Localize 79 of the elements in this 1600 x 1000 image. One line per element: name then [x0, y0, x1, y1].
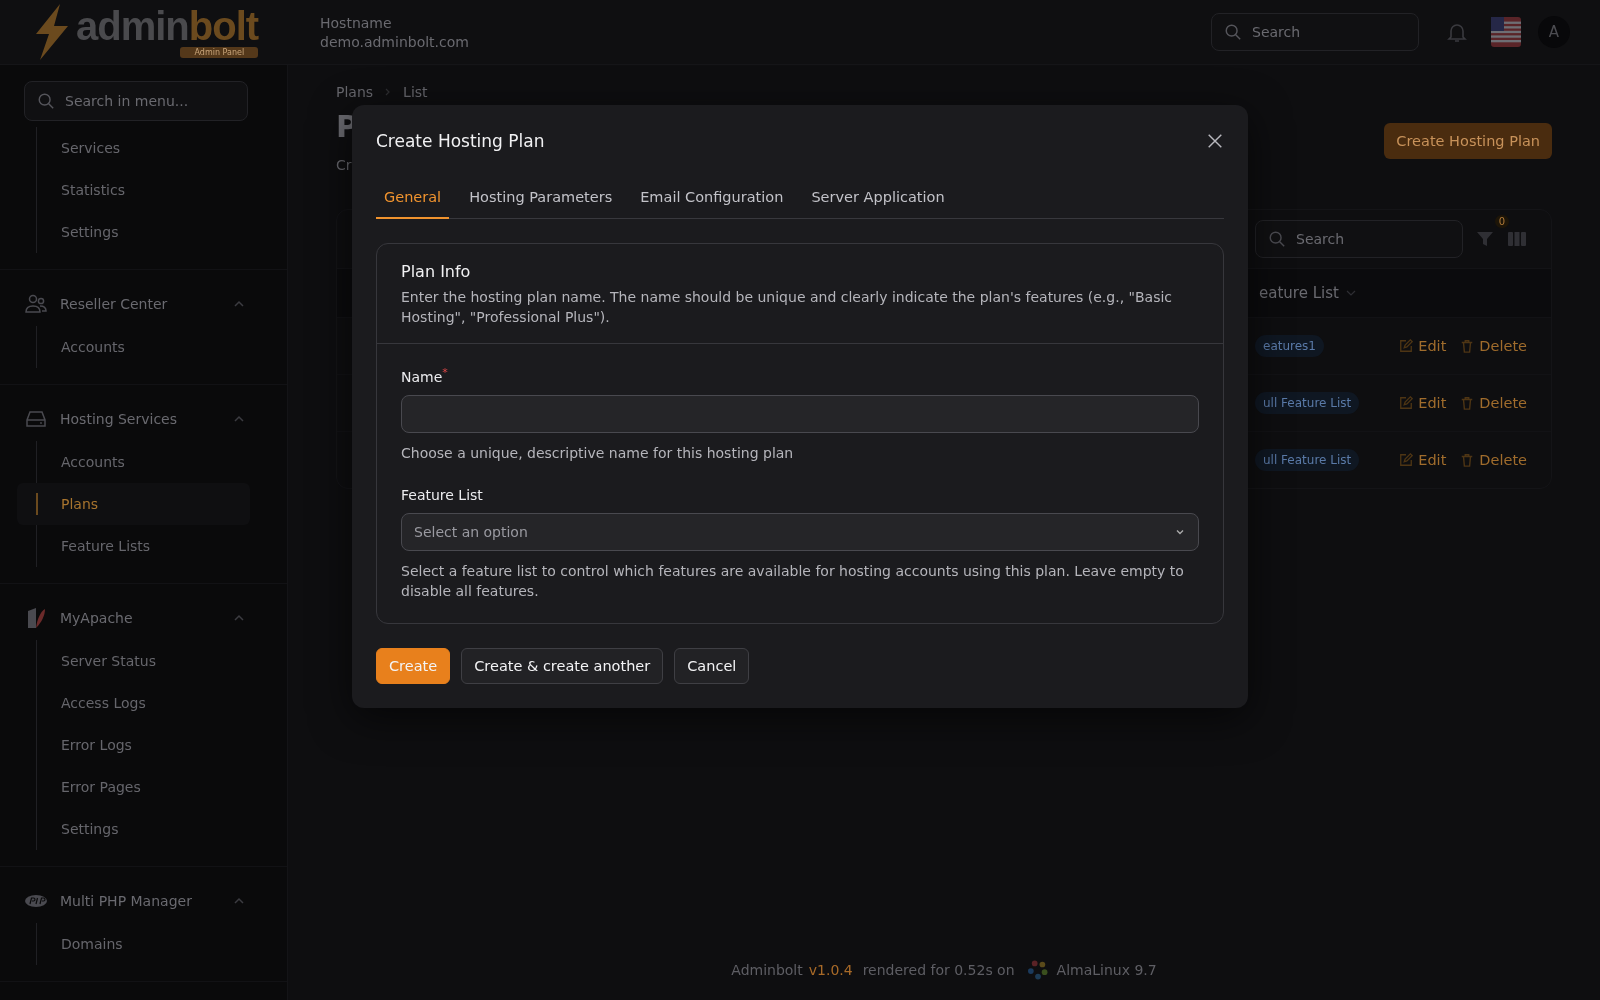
tab[interactable]: Email Configuration	[632, 181, 792, 219]
footer-render-time: rendered for 0.52s on	[862, 962, 1015, 978]
edit-link[interactable]: Edit	[1399, 338, 1447, 354]
edit-link[interactable]: Edit	[1399, 452, 1447, 468]
tab[interactable]: Server Application	[803, 181, 953, 219]
name-input[interactable]	[401, 394, 1199, 433]
logo-text: adminbolt	[76, 6, 259, 46]
search-icon	[37, 92, 55, 110]
feature-list-tag: eatures1	[1255, 335, 1324, 357]
field-help-text: Select a feature list to control which features are available for hosting accounts using this plan. Leave empty to disable all features.	[401, 561, 1185, 601]
sidebar-item[interactable]: Feature Lists	[37, 525, 250, 567]
dialog-button[interactable]: Cancel	[674, 647, 750, 684]
breadcrumb-link[interactable]: Plans	[336, 84, 374, 100]
sidebar-item[interactable]: Access Logs	[37, 682, 250, 724]
hostname-label: Hostname	[320, 14, 393, 31]
edit-link[interactable]: Edit	[1399, 395, 1447, 411]
sidebar-item[interactable]: Domains	[37, 923, 250, 965]
footer-product: Adminbolt	[731, 962, 803, 978]
user-avatar[interactable]: A	[1538, 16, 1570, 48]
page-subtitle: Cr	[336, 157, 353, 173]
delete-link[interactable]: Delete	[1460, 395, 1527, 411]
close-icon[interactable]	[1206, 132, 1224, 150]
sidebar-item[interactable]: Accounts	[37, 326, 250, 368]
sidebar-item[interactable]: Statistics	[37, 169, 250, 211]
flag-icon[interactable]	[1491, 17, 1521, 47]
delete-link[interactable]: Delete	[1460, 452, 1527, 468]
search-icon	[1224, 23, 1242, 41]
feature-list-tag: ull Feature List	[1255, 392, 1360, 414]
feature-list-select[interactable]: Select an option	[401, 512, 1199, 551]
sidebar-group-header[interactable]: Hosting Services	[0, 397, 287, 441]
sidebar-item[interactable]: Settings	[37, 211, 250, 253]
edit-icon	[1399, 396, 1414, 410]
field-label: Feature List	[401, 486, 484, 503]
edit-icon	[1399, 339, 1414, 353]
menu-search-field[interactable]: Search in menu...	[24, 81, 248, 121]
sidebar-item[interactable]: Settings	[37, 808, 250, 850]
column-header[interactable]: eature List	[1259, 284, 1339, 302]
feature-list-tag: ull Feature List	[1255, 449, 1360, 471]
section-title: Plan Info	[401, 262, 472, 281]
group-title: Multi PHP Manager	[60, 893, 193, 909]
trash-icon	[1460, 453, 1475, 467]
edit-icon	[1399, 453, 1414, 467]
sidebar-item[interactable]: Services	[37, 127, 250, 169]
sidebar-group-header[interactable]: MyApache	[0, 596, 287, 640]
columns-icon[interactable]	[1507, 229, 1527, 249]
field-help-text: Choose a unique, descriptive name for this hosting plan	[401, 443, 795, 463]
search-icon	[1268, 230, 1286, 248]
sidebar-group-header[interactable]: Reseller Center	[0, 282, 287, 326]
flower-logo-icon	[1026, 959, 1049, 981]
version-link[interactable]: v1.0.4	[808, 962, 853, 978]
sidebar-group-header[interactable]: Multi PHP Manager	[0, 879, 287, 923]
breadcrumb-item: List	[403, 84, 428, 100]
logo-badge: Admin Panel	[180, 47, 259, 58]
sidebar-item[interactable]: Error Logs	[37, 724, 250, 766]
filter-icon[interactable]	[1475, 229, 1495, 249]
users-icon	[24, 292, 48, 316]
footer-os: AlmaLinux 9.7	[1056, 962, 1157, 978]
dialog-button[interactable]: Create	[376, 647, 451, 684]
group-title: MyApache	[60, 610, 134, 626]
table-search-field[interactable]: Search	[1255, 220, 1463, 258]
tab[interactable]: Hosting Parameters	[461, 181, 621, 219]
trash-icon	[1460, 396, 1475, 410]
create-plan-button[interactable]: Create Hosting Plan	[1384, 123, 1552, 159]
group-title: Hosting Services	[60, 411, 178, 427]
filter-count-badge: 0	[1494, 215, 1509, 228]
sidebar-item[interactable]: Server Status	[37, 640, 250, 682]
sidebar-item[interactable]: Plans	[17, 483, 250, 525]
dialog-button[interactable]: Create & create another	[461, 647, 664, 684]
tab[interactable]: General	[376, 181, 450, 219]
delete-link[interactable]: Delete	[1460, 338, 1527, 354]
field-label: Name$^{*}$	[401, 366, 449, 385]
sidebar-item[interactable]: Error Pages	[37, 766, 250, 808]
dialog-title: Create Hosting Plan	[376, 131, 545, 151]
trash-icon	[1460, 339, 1475, 353]
group-title: Reseller Center	[60, 296, 169, 312]
sidebar-item[interactable]: Accounts	[37, 441, 250, 483]
search-field[interactable]: Search	[1211, 13, 1419, 51]
section-description: Enter the hosting plan name. The name should be unique and clearly indicate the plan's features (e.g., "Basic Hosting", "Professional Plus").	[401, 288, 1174, 327]
hostname-value: demo.adminbolt.com	[320, 33, 469, 50]
